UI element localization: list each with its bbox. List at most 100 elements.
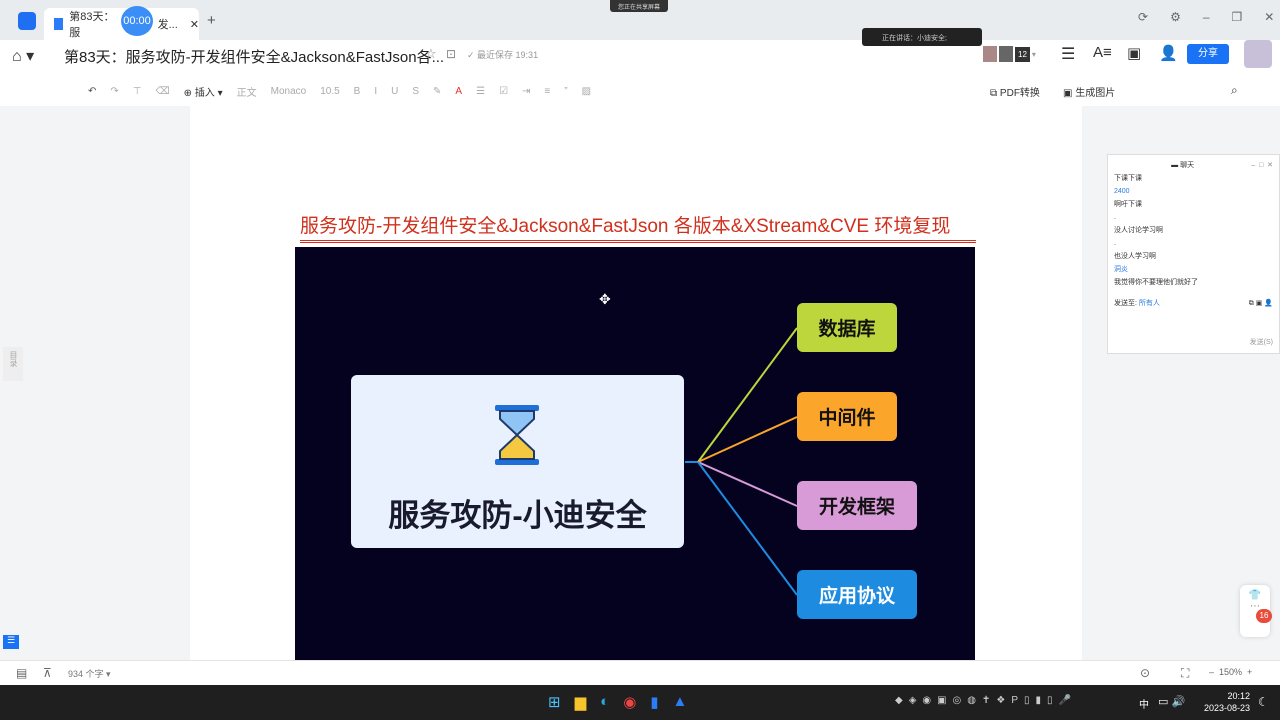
document-title[interactable]: 第83天：服务攻防-开发组件安全&Jackson&FastJson各... [64,46,444,67]
present-icon[interactable]: ▣ [1127,44,1141,62]
indent-icon[interactable]: ⇥ [522,86,530,97]
recipient-select[interactable]: 所有人 [1139,300,1160,307]
fullscreen-icon[interactable]: ⛶ [1181,666,1189,681]
speaking-notice: 正在讲话：小迪安全; [862,28,982,46]
clock[interactable]: 20:12 2023-08-23 [1200,690,1250,714]
close-window-icon[interactable]: ✕ [1264,10,1274,24]
app-logo-icon[interactable] [18,12,36,30]
play-icon[interactable]: ⊙ [1140,666,1150,680]
network-volume-icons[interactable]: ▭ 🔊 [1158,695,1185,708]
font-color-icon[interactable]: A [455,86,462,97]
tab-bar: 第83天：服 发... ✕ 00:00 + 您正在共享屏幕 ⟳ ⚙ – ❐ ✕ [0,0,1280,40]
text-format-icon[interactable]: A≡ [1093,44,1112,61]
italic-icon[interactable]: I [374,86,377,97]
tray-icons[interactable]: ◆◈◉▣◎◍✝❖P▯▮▯🎤 [895,695,1077,706]
font-select[interactable]: Monaco [271,86,307,97]
outline-toggle[interactable]: 目录 [3,347,23,381]
chrome-icon[interactable]: ◉ [623,693,636,711]
close-icon[interactable]: ✕ [190,18,199,31]
undo-icon[interactable]: ↶ [88,86,96,97]
outline-icon[interactable]: ▤ [16,666,27,680]
status-bar: ▤ ⊼ 934 个字 ▾ ⊙ ⛶ – 150% + [0,660,1280,685]
eraser-icon[interactable]: ⌫ [156,86,170,97]
recording-timer[interactable]: 00:00 [121,6,153,36]
avatar [983,46,997,62]
home-icon[interactable]: ⌂ ▾ [12,46,34,66]
strikethrough-icon[interactable]: S [412,86,419,97]
new-tab-button[interactable]: + [207,12,216,29]
collaborators-icon[interactable]: 👤 [1159,44,1178,62]
node-middleware: 中间件 [797,392,897,441]
doc-icon [54,18,64,30]
tencent-docs-icon[interactable]: ▮ [650,693,658,711]
list-icon[interactable]: ☰ [476,86,485,97]
minimize-icon[interactable]: – [1203,10,1210,24]
zoom-controls[interactable]: – 150% + [1209,667,1252,677]
notification-badge: 16 [1256,609,1272,623]
user-avatar[interactable] [1244,40,1272,68]
hourglass-icon [495,405,539,465]
chat-message: 也没人学习啊 [1114,253,1156,260]
restore-icon[interactable]: ❐ [1232,10,1243,24]
chat-input[interactable] [1114,310,1273,336]
ime-indicator[interactable]: 中 [1139,696,1149,711]
word-count[interactable]: 934 个字 ▾ [68,667,111,680]
chat-message: 没人讨论学习啊 [1114,227,1163,234]
file-explorer-icon[interactable]: ▆ [575,693,587,711]
formatting-toolbar: ↶ ↷ ⊤ ⌫ ⊕ 插入 ▾ 正文 Monaco 10.5 B I U S ✎ A ☰ ☑ ⇥ ≡ ”… [88,84,591,99]
send-to-row: 发送至: 所有人 ⧉ ▣ 👤 [1114,300,1273,307]
chat-message: . [1114,240,1116,247]
quote-icon[interactable]: ” [564,86,567,97]
notifications-icon[interactable]: ☾ [1258,695,1269,709]
node-database: 数据库 [797,303,897,352]
chat-message: 下课下课 [1114,175,1142,182]
move-icon[interactable]: ⊡ [446,47,456,61]
window-controls: ⟳ ⚙ – ❐ ✕ [1138,10,1274,24]
move-cursor-icon: ✥ [599,291,611,307]
chat-message: . [1114,214,1116,221]
underline-icon[interactable]: U [391,86,398,97]
redo-icon[interactable]: ↷ [110,86,118,97]
chat-message: 2400 [1114,188,1130,195]
participants[interactable]: 12 ▾ [983,46,1036,62]
meeting-icon[interactable]: ▲ [673,693,688,711]
gear-icon[interactable]: ⚙ [1170,10,1181,24]
checkbox-icon[interactable]: ☑ [499,86,508,97]
style-select[interactable]: 正文 [237,84,257,99]
share-button[interactable]: 分享 [1187,44,1229,64]
chat-message: 啊吁下课 [1114,201,1142,208]
edge-icon[interactable]: ◐ [600,693,609,711]
node-dev-framework: 开发框架 [797,481,917,530]
insert-button[interactable]: ⊕ 插入 ▾ [184,84,223,99]
chat-message: 洞炎 [1114,266,1128,273]
sharing-notice: 您正在共享屏幕 [610,0,669,12]
generate-image-button[interactable]: ▣ 生成图片 [1063,84,1115,99]
chat-title: ▬ 聊天 – □ ✕ [1171,162,1273,169]
node-app-protocol: 应用协议 [797,570,917,619]
tab-title-suffix: 发... [157,19,178,31]
send-button[interactable]: 发送(S) [1114,336,1273,349]
avatar [999,46,1013,62]
ruler-icon[interactable]: ⊼ [43,666,52,680]
center-node: 服务攻防-小迪安全 [351,375,684,548]
refresh-icon[interactable]: ⟳ [1138,10,1148,24]
windows-start-icon[interactable]: ⊞ [548,693,561,711]
center-node-label: 服务攻防-小迪安全 [388,498,647,533]
align-icon[interactable]: ≡ [544,86,550,97]
bold-icon[interactable]: B [354,86,361,97]
document-heading[interactable]: 服务攻防-开发组件安全&Jackson&FastJson 各版本&XStream… [300,211,976,243]
mindmap-image[interactable]: ✥ 服务攻防-小迪安全 数据库 中间件 开发框架 应用协议 [295,247,975,660]
star-icon[interactable]: ☆ [425,46,437,62]
taskbar: ⊞ ▆ ◐ ◉ ▮ ▲ ◆◈◉▣◎◍✝❖P▯▮▯🎤 中 ▭ 🔊 20:12 202… [0,685,1280,720]
document-header: ⌂ ▾ 第83天：服务攻防-开发组件安全&Jackson&FastJson各..… [0,28,1280,106]
format-painter-icon[interactable]: ⊤ [133,86,142,97]
menu-icon[interactable]: ☰ [1061,44,1075,64]
help-icon[interactable]: ☰ [3,635,19,649]
search-icon[interactable]: ⌕ [1231,83,1238,98]
image-icon[interactable]: ▨ [582,86,591,97]
save-status: ✓ 最近保存 19:31 [467,50,539,60]
pdf-convert-button[interactable]: ⧉ PDF转换 [990,84,1040,99]
participant-count: 12 [1015,46,1030,62]
font-size-select[interactable]: 10.5 [320,86,339,97]
highlight-icon[interactable]: ✎ [433,86,441,97]
